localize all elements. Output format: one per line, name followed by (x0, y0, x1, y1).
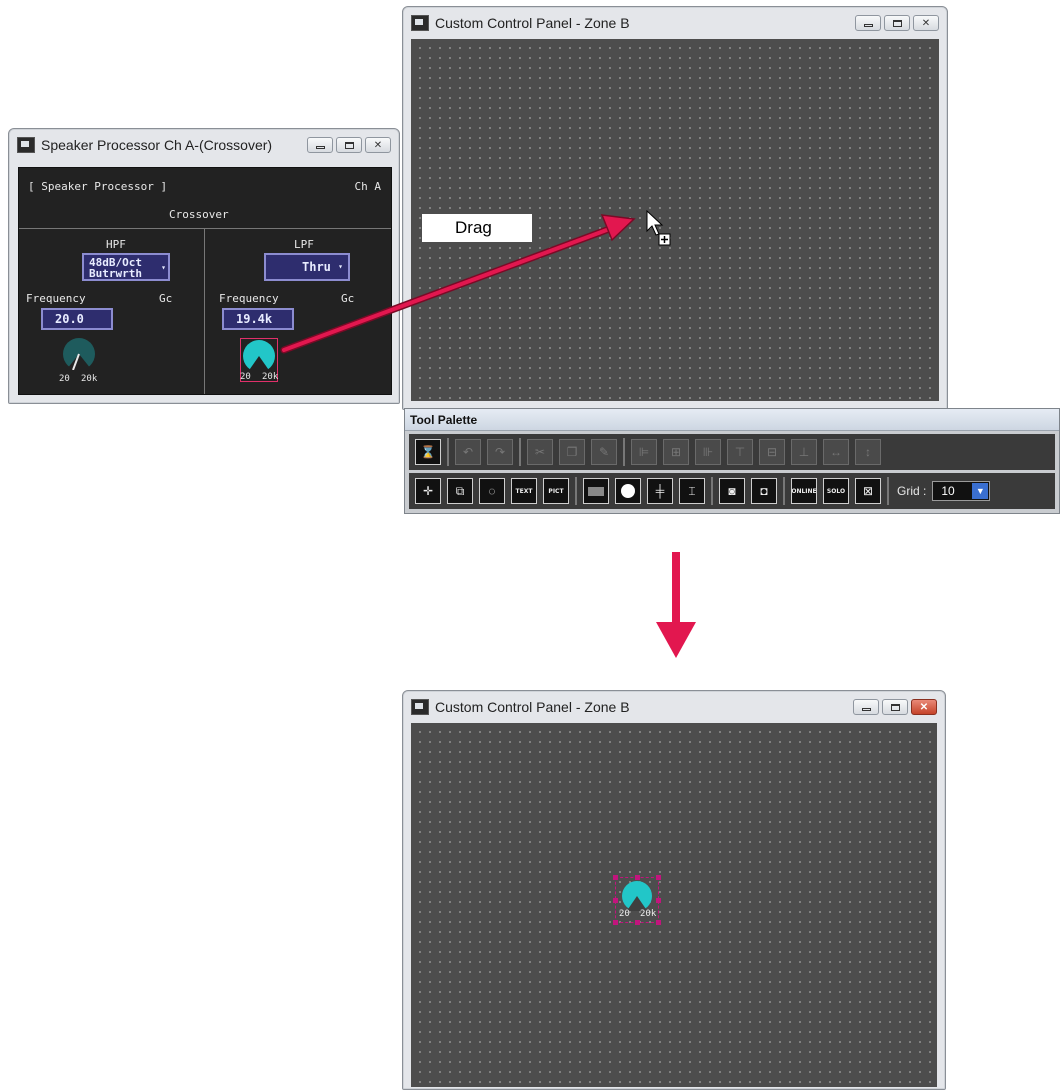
tool-palette-row-2: ✛ ⧉ ◌ TEXT PICT ╪ ⌶ ◙ ◘ ONLINE SOLO ⊠ Gr… (409, 473, 1055, 509)
cursor-copy-icon (646, 210, 671, 246)
separator (783, 477, 785, 505)
placed-knob-pointer-icon (626, 896, 648, 911)
separator (887, 477, 889, 505)
redo-button[interactable]: ↷ (487, 439, 513, 465)
undo-icon: ↶ (462, 445, 474, 459)
snapshot-store-button[interactable]: ◘ (751, 478, 777, 504)
align-bottom-icon: ⊥ (798, 445, 810, 459)
align-left-button[interactable]: ⊫ (631, 439, 657, 465)
grid-select[interactable]: 10 ▼ (932, 481, 991, 501)
placed-knob-max: 20k (640, 909, 657, 919)
redo-icon: ↷ (494, 445, 506, 459)
picture-tool-button[interactable]: PICT (543, 478, 569, 504)
selection-handle[interactable] (613, 875, 618, 880)
custom-panel-titlebar-bottom[interactable]: Custom Control Panel - Zone B ✕ (403, 691, 945, 723)
arrow-cross-icon: ✛ (422, 484, 434, 498)
snapshot-recall-button[interactable]: ◙ (719, 478, 745, 504)
box-icon: ⧉ (455, 483, 465, 498)
copy-button[interactable]: ❐ (559, 439, 585, 465)
separator (575, 477, 577, 505)
tool-palette: Tool Palette ⌛ ↶ ↷ ✂ ❐ ✎ ⊫ ⊞ ⊪ ⊤ ⊟ ⊥ ↔ ↕… (404, 408, 1060, 514)
pin-tool-button[interactable]: ⌛ (415, 439, 441, 465)
selection-handle[interactable] (613, 920, 618, 925)
placed-knob-min: 20 (619, 909, 630, 919)
knob-widget-tool[interactable] (615, 478, 641, 504)
camera-icon: ◘ (760, 484, 768, 498)
box-tool-button[interactable]: ⧉ (447, 478, 473, 504)
grid-label: Grid : (897, 484, 927, 498)
selection-handle[interactable] (613, 898, 618, 903)
align-top-button[interactable]: ⊤ (727, 439, 753, 465)
distribute-vertical-icon: ↕ (865, 445, 871, 459)
selection-handle[interactable] (656, 920, 661, 925)
align-right-icon: ⊪ (702, 445, 714, 459)
placed-knob-selection[interactable]: 20 20k (613, 875, 661, 925)
align-bottom-button[interactable]: ⊥ (791, 439, 817, 465)
selection-handle[interactable] (635, 920, 640, 925)
selection-handle[interactable] (656, 898, 661, 903)
align-top-icon: ⊤ (734, 445, 746, 459)
close-button[interactable]: ✕ (911, 699, 937, 715)
pencil-icon: ✎ (598, 445, 610, 459)
solo-icon: SOLO (826, 487, 846, 495)
window-title: Custom Control Panel - Zone B (435, 699, 630, 715)
maximize-button[interactable] (882, 699, 908, 715)
rectangle-icon (588, 486, 604, 496)
custom-panel-window-bottom: Custom Control Panel - Zone B ✕ 20 20k (402, 690, 946, 1090)
fader-widget-tool[interactable]: ╪ (647, 478, 673, 504)
close-icon: ✕ (919, 701, 929, 713)
minimize-icon (861, 708, 871, 711)
maximize-icon (890, 703, 900, 711)
distribute-horizontal-icon: ↔ (830, 445, 842, 459)
separator (711, 477, 713, 505)
hourglass-icon: ⌛ (420, 445, 436, 459)
separator (447, 438, 449, 466)
meter-icon: ⌶ (688, 483, 696, 498)
copy-icon: ❐ (566, 445, 578, 459)
picture-icon: PICT (548, 487, 564, 495)
lasso-tool-button[interactable]: ◌ (479, 478, 505, 504)
minimize-button[interactable] (853, 699, 879, 715)
align-middle-button[interactable]: ⊟ (759, 439, 785, 465)
select-tool-button[interactable]: ✛ (415, 478, 441, 504)
selection-handle[interactable] (656, 875, 661, 880)
app-icon (411, 699, 429, 715)
text-icon: TEXT (515, 487, 533, 495)
cut-button[interactable]: ✂ (527, 439, 553, 465)
tool-palette-title[interactable]: Tool Palette (405, 409, 1059, 431)
fader-icon: ╪ (655, 484, 665, 498)
paste-button[interactable]: ✎ (591, 439, 617, 465)
online-icon: ONLINE (791, 487, 817, 495)
scissors-icon: ✂ (534, 445, 546, 459)
camera-recall-icon: ◙ (728, 484, 736, 498)
grid-value: 10 (941, 484, 955, 498)
distribute-horizontal-button[interactable]: ↔ (823, 439, 849, 465)
result-arrow-icon (656, 552, 696, 658)
align-left-icon: ⊫ (638, 445, 650, 459)
separator (623, 438, 625, 466)
clear-button[interactable]: ⊠ (855, 478, 881, 504)
panel-canvas-bottom[interactable]: 20 20k (411, 723, 937, 1087)
align-center-icon: ⊞ (670, 445, 682, 459)
lasso-icon: ◌ (488, 484, 496, 498)
selection-handle[interactable] (635, 875, 640, 880)
chevron-down-icon: ▼ (972, 483, 989, 499)
online-button[interactable]: ONLINE (791, 478, 817, 504)
undo-button[interactable]: ↶ (455, 439, 481, 465)
distribute-vertical-button[interactable]: ↕ (855, 439, 881, 465)
knob-icon (621, 484, 635, 498)
align-right-button[interactable]: ⊪ (695, 439, 721, 465)
x-box-icon: ⊠ (862, 484, 874, 498)
button-widget-tool[interactable] (583, 478, 609, 504)
meter-widget-tool[interactable]: ⌶ (679, 478, 705, 504)
tool-palette-row-1: ⌛ ↶ ↷ ✂ ❐ ✎ ⊫ ⊞ ⊪ ⊤ ⊟ ⊥ ↔ ↕ (409, 434, 1055, 470)
solo-button[interactable]: SOLO (823, 478, 849, 504)
text-tool-button[interactable]: TEXT (511, 478, 537, 504)
align-middle-icon: ⊟ (766, 445, 778, 459)
align-center-button[interactable]: ⊞ (663, 439, 689, 465)
separator (519, 438, 521, 466)
